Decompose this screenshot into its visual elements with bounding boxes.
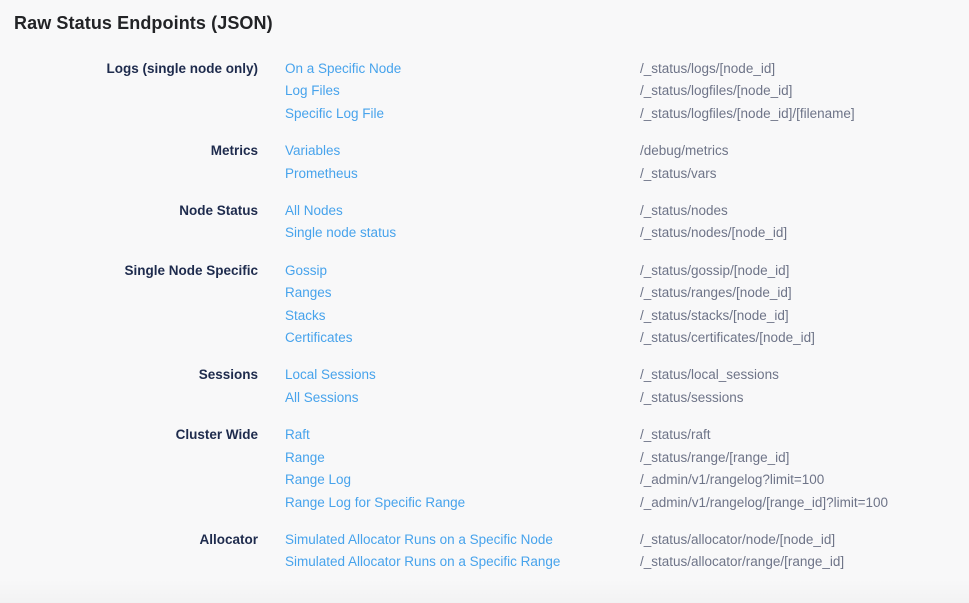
- endpoint-url: /_status/logfiles/[node_id]/[filename]: [640, 103, 955, 125]
- endpoint-url: /debug/metrics: [640, 140, 955, 162]
- endpoint-url: /_status/vars: [640, 163, 955, 185]
- endpoint-links-column: All NodesSingle node status: [285, 200, 640, 245]
- endpoint-link[interactable]: Specific Log File: [285, 103, 640, 125]
- category-label: Single Node Specific: [14, 260, 258, 282]
- category-label: Allocator: [14, 529, 258, 551]
- endpoint-link[interactable]: Simulated Allocator Runs on a Specific N…: [285, 529, 640, 551]
- endpoint-link[interactable]: Stacks: [285, 305, 640, 327]
- endpoint-group: Cluster Wide RaftRangeRange LogRange Log …: [14, 424, 955, 514]
- endpoint-links-column: Local SessionsAll Sessions: [285, 364, 640, 409]
- endpoint-link[interactable]: Ranges: [285, 282, 640, 304]
- endpoint-url: /_status/logfiles/[node_id]: [640, 80, 955, 102]
- endpoint-link[interactable]: Simulated Allocator Runs on a Specific R…: [285, 551, 640, 573]
- endpoint-group: Allocator Simulated Allocator Runs on a S…: [14, 529, 955, 574]
- endpoint-urls-column: /_status/logs/[node_id]/_status/logfiles…: [640, 58, 955, 125]
- endpoint-url: /_status/local_sessions: [640, 364, 955, 386]
- endpoint-link[interactable]: Raft: [285, 424, 640, 446]
- endpoint-links-column: Simulated Allocator Runs on a Specific N…: [285, 529, 640, 574]
- endpoint-table: Logs (single node only) On a Specific Nod…: [14, 58, 955, 574]
- endpoint-link[interactable]: Log Files: [285, 80, 640, 102]
- endpoint-group: Node Status All NodesSingle node status/_…: [14, 200, 955, 245]
- endpoint-url: /_status/nodes/[node_id]: [640, 222, 955, 244]
- endpoint-link[interactable]: Prometheus: [285, 163, 640, 185]
- bottom-edge-shade: [0, 579, 969, 603]
- endpoint-link[interactable]: Variables: [285, 140, 640, 162]
- endpoint-urls-column: /_status/gossip/[node_id]/_status/ranges…: [640, 260, 955, 350]
- endpoint-urls-column: /debug/metrics/_status/vars: [640, 140, 955, 185]
- endpoint-urls-column: /_status/local_sessions/_status/sessions: [640, 364, 955, 409]
- endpoint-link[interactable]: Gossip: [285, 260, 640, 282]
- endpoint-group: Single Node Specific GossipRangesStacksCe…: [14, 260, 955, 350]
- endpoint-url: /_status/sessions: [640, 387, 955, 409]
- endpoint-links-column: On a Specific NodeLog FilesSpecific Log …: [285, 58, 640, 125]
- endpoint-url: /_status/range/[range_id]: [640, 447, 955, 469]
- endpoint-links-column: GossipRangesStacksCertificates: [285, 260, 640, 350]
- endpoint-link[interactable]: Range: [285, 447, 640, 469]
- endpoint-url: /_status/raft: [640, 424, 955, 446]
- endpoint-url: /_status/nodes: [640, 200, 955, 222]
- endpoint-url: /_status/allocator/node/[node_id]: [640, 529, 955, 551]
- endpoint-url: /_status/logs/[node_id]: [640, 58, 955, 80]
- page-title: Raw Status Endpoints (JSON): [14, 13, 955, 34]
- endpoint-link[interactable]: Local Sessions: [285, 364, 640, 386]
- category-label: Metrics: [14, 140, 258, 162]
- endpoint-urls-column: /_status/allocator/node/[node_id]/_statu…: [640, 529, 955, 574]
- endpoint-link[interactable]: On a Specific Node: [285, 58, 640, 80]
- endpoint-urls-column: /_status/nodes/_status/nodes/[node_id]: [640, 200, 955, 245]
- endpoint-link[interactable]: Certificates: [285, 327, 640, 349]
- endpoint-group: Metrics VariablesPrometheus/debug/metrics…: [14, 140, 955, 185]
- endpoint-link[interactable]: All Sessions: [285, 387, 640, 409]
- debug-page-content: Raw Status Endpoints (JSON) Logs (single…: [0, 0, 969, 574]
- endpoint-url: /_status/stacks/[node_id]: [640, 305, 955, 327]
- endpoint-url: /_admin/v1/rangelog/[range_id]?limit=100: [640, 492, 955, 514]
- endpoint-url: /_status/gossip/[node_id]: [640, 260, 955, 282]
- endpoint-group: Sessions Local SessionsAll Sessions/_stat…: [14, 364, 955, 409]
- category-label: Sessions: [14, 364, 258, 386]
- endpoint-link[interactable]: All Nodes: [285, 200, 640, 222]
- endpoint-url: /_admin/v1/rangelog?limit=100: [640, 469, 955, 491]
- endpoint-url: /_status/certificates/[node_id]: [640, 327, 955, 349]
- category-label: Node Status: [14, 200, 258, 222]
- endpoint-urls-column: /_status/raft/_status/range/[range_id]/_…: [640, 424, 955, 514]
- endpoint-links-column: VariablesPrometheus: [285, 140, 640, 185]
- endpoint-url: /_status/allocator/range/[range_id]: [640, 551, 955, 573]
- endpoint-group: Logs (single node only) On a Specific Nod…: [14, 58, 955, 125]
- endpoint-url: /_status/ranges/[node_id]: [640, 282, 955, 304]
- endpoint-links-column: RaftRangeRange LogRange Log for Specific…: [285, 424, 640, 514]
- endpoint-link[interactable]: Range Log: [285, 469, 640, 491]
- category-label: Logs (single node only): [14, 58, 258, 80]
- endpoint-link[interactable]: Range Log for Specific Range: [285, 492, 640, 514]
- endpoint-link[interactable]: Single node status: [285, 222, 640, 244]
- category-label: Cluster Wide: [14, 424, 258, 446]
